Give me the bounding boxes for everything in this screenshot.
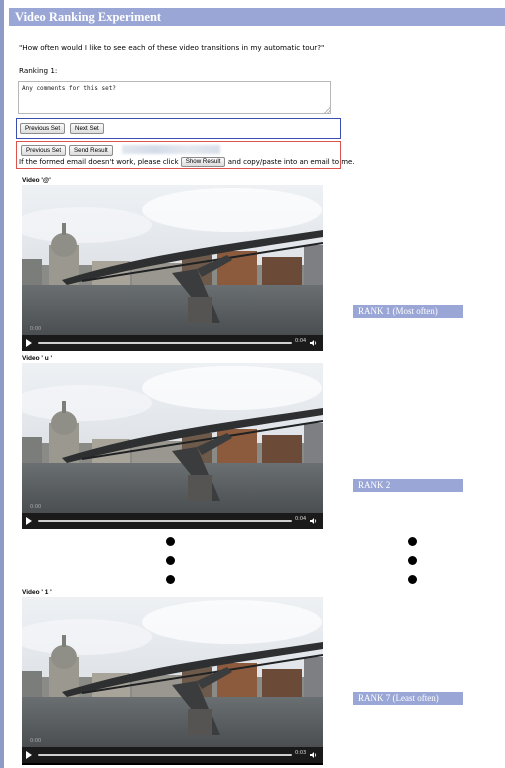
email-note: If the formed email doesn't work, please…: [19, 157, 355, 167]
show-result-button[interactable]: Show Result: [180, 157, 226, 167]
volume-icon[interactable]: [310, 517, 318, 525]
comments-textarea[interactable]: [18, 81, 331, 114]
rank-label[interactable]: RANK 2: [353, 479, 463, 492]
video-player[interactable]: 0:00 0:04: [22, 363, 323, 529]
email-note-after: and copy/paste into an email to me.: [227, 158, 355, 166]
ellipsis-dot-icon: [166, 556, 175, 565]
video-duration: 0:03: [295, 750, 307, 756]
question-text: "How often would I like to see each of t…: [19, 43, 325, 52]
page-left-border: [0, 0, 4, 768]
video-player[interactable]: 0:00 0:04: [22, 185, 323, 351]
page-title: Video Ranking Experiment: [9, 8, 505, 26]
video-duration: 0:04: [295, 516, 307, 522]
video-thumbnail: [22, 597, 323, 747]
ellipsis-dot-icon: [408, 575, 417, 584]
video-thumbnail: [22, 363, 323, 513]
ellipsis-dot-icon: [408, 556, 417, 565]
video-current-time: 0:00: [30, 738, 42, 744]
resize-grip-icon[interactable]: [324, 107, 330, 113]
video-duration: 0:04: [295, 338, 307, 344]
redacted-email: [122, 145, 220, 154]
video-controls: 0:04: [22, 335, 323, 351]
video-player[interactable]: 0:00 0:03: [22, 597, 323, 765]
video-seek-bar[interactable]: [38, 342, 292, 344]
video-seek-bar[interactable]: [38, 754, 292, 756]
rank-label[interactable]: RANK 7 (Least often): [353, 692, 463, 705]
volume-icon[interactable]: [310, 751, 318, 759]
previous-set-button-2[interactable]: Previous Set: [21, 145, 67, 156]
video-label: Video ' u ': [22, 355, 53, 362]
video-label: Video ' 1 ': [22, 589, 52, 596]
video-thumbnail: [22, 185, 323, 335]
play-icon[interactable]: [26, 339, 32, 347]
ellipsis-dot-icon: [408, 537, 417, 546]
video-controls: 0:04: [22, 513, 323, 529]
next-set-button[interactable]: Next Set: [70, 123, 104, 134]
play-icon[interactable]: [26, 751, 32, 759]
video-current-time: 0:00: [30, 326, 42, 332]
previous-set-button[interactable]: Previous Set: [20, 123, 66, 134]
video-current-time: 0:00: [30, 504, 42, 510]
video-seek-bar[interactable]: [38, 520, 292, 522]
volume-icon[interactable]: [310, 339, 318, 347]
video-controls: 0:03: [22, 747, 323, 763]
send-result-button[interactable]: Send Result: [69, 145, 113, 156]
ellipsis-dot-icon: [166, 575, 175, 584]
ellipsis-dot-icon: [166, 537, 175, 546]
email-note-before: If the formed email doesn't work, please…: [19, 158, 179, 166]
play-icon[interactable]: [26, 517, 32, 525]
ranking-label: Ranking 1:: [19, 66, 58, 75]
video-label: Video '@': [22, 177, 51, 184]
rank-label[interactable]: RANK 1 (Most often): [353, 305, 463, 318]
